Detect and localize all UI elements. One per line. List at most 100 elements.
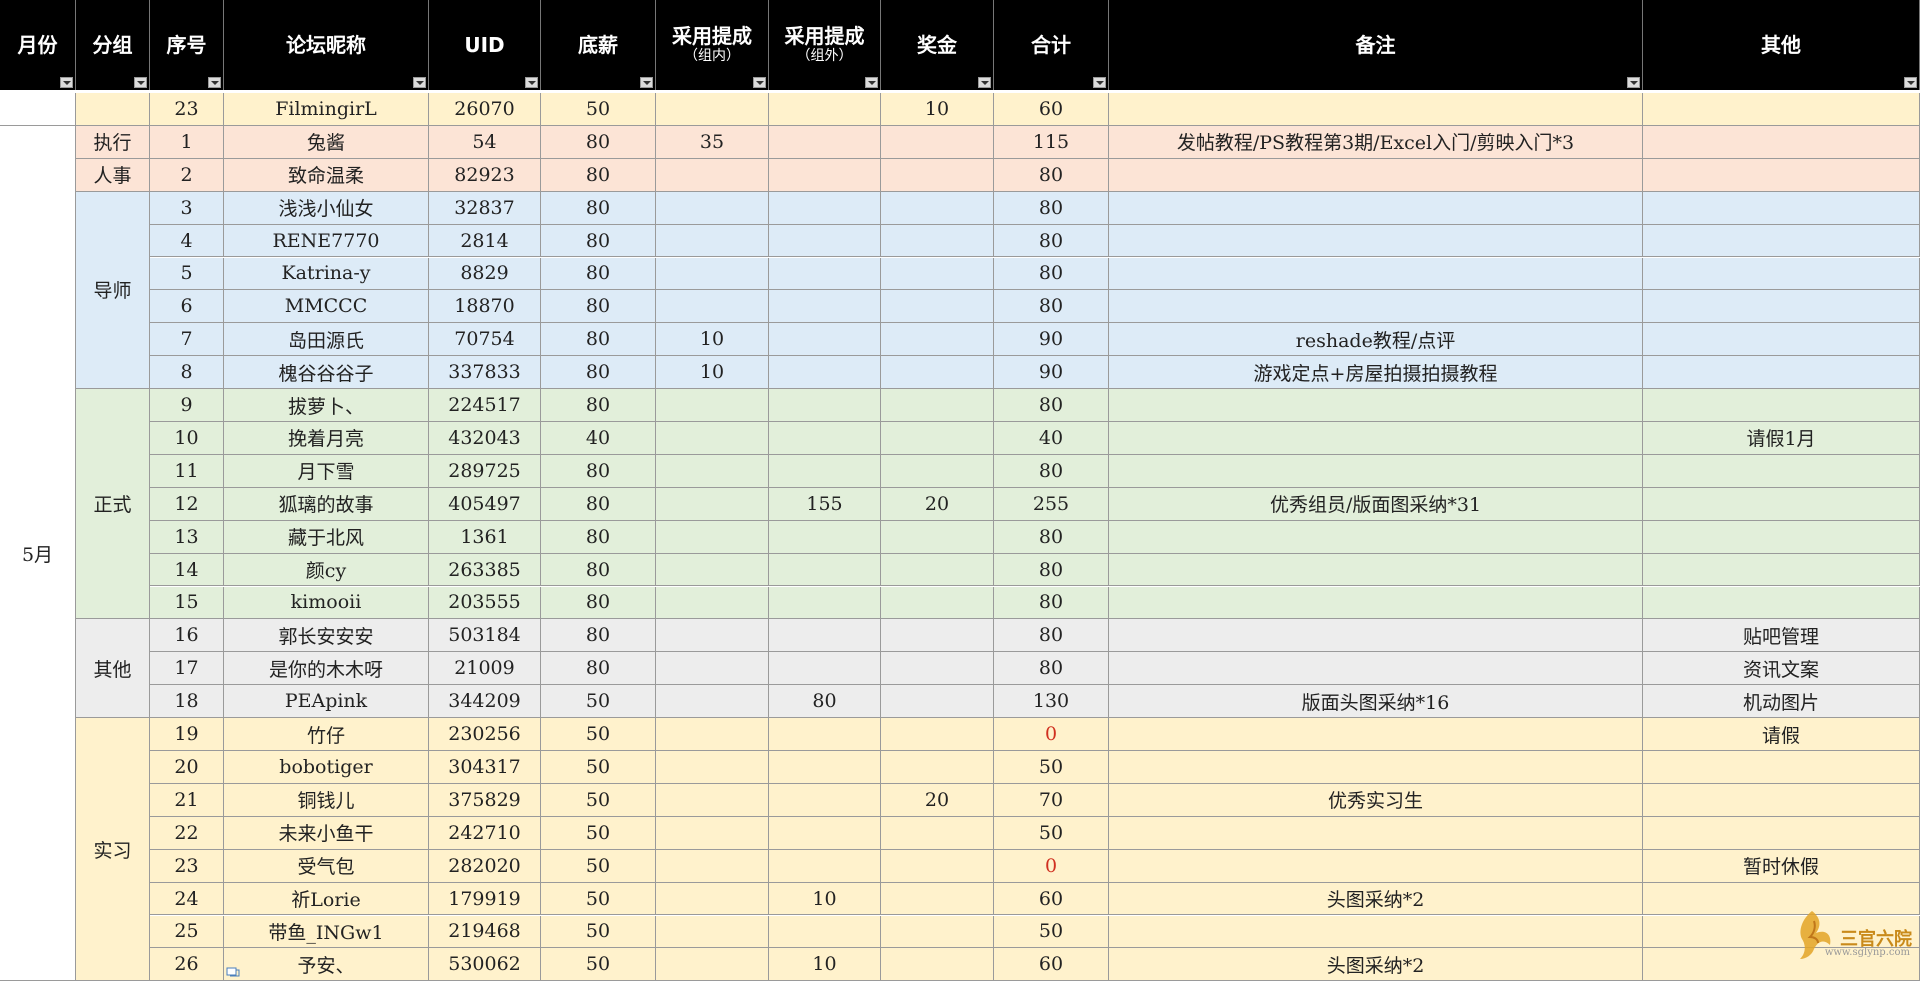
- cell-note[interactable]: [1109, 619, 1643, 653]
- cell-bonus[interactable]: [881, 520, 994, 554]
- cell-no[interactable]: 7: [150, 323, 224, 357]
- cell-no[interactable]: 9: [150, 389, 224, 422]
- cell-adopt-out[interactable]: [769, 191, 881, 225]
- cell-uid[interactable]: 82923: [429, 158, 541, 192]
- group-cell[interactable]: 执行: [76, 125, 150, 159]
- cell-base[interactable]: 50: [541, 948, 656, 981]
- cell-total[interactable]: 255: [994, 487, 1109, 521]
- cell-adopt-in[interactable]: [656, 652, 769, 686]
- cell-other[interactable]: [1643, 816, 1920, 850]
- cell-other[interactable]: [1643, 389, 1920, 422]
- cell-base[interactable]: 80: [541, 553, 656, 587]
- cell-nick[interactable]: bobotiger: [224, 751, 429, 784]
- cell-adopt-in[interactable]: [656, 454, 769, 488]
- cell-adopt-out[interactable]: [769, 125, 881, 159]
- cell-adopt-in[interactable]: [656, 915, 769, 949]
- cell-bonus[interactable]: [881, 652, 994, 686]
- cell-adopt-out[interactable]: [769, 93, 881, 126]
- cell-note[interactable]: [1109, 389, 1643, 422]
- cell-note[interactable]: reshade教程/点评: [1109, 323, 1643, 357]
- cell-adopt-in[interactable]: [656, 93, 769, 126]
- cell-adopt-in[interactable]: [656, 389, 769, 422]
- cell-adopt-in[interactable]: [656, 849, 769, 883]
- cell-note[interactable]: [1109, 586, 1643, 620]
- cell-other[interactable]: [1643, 783, 1920, 817]
- cell-no[interactable]: 24: [150, 882, 224, 916]
- cell-base[interactable]: 80: [541, 454, 656, 488]
- cell-adopt-out[interactable]: [769, 290, 881, 324]
- cell-total[interactable]: 60: [994, 93, 1109, 126]
- column-header-uid[interactable]: UID: [429, 0, 541, 90]
- cell-no[interactable]: 19: [150, 718, 224, 751]
- cell-base[interactable]: 80: [541, 290, 656, 324]
- column-header-total[interactable]: 合计: [994, 0, 1109, 90]
- cell-nick[interactable]: 月下雪: [224, 454, 429, 488]
- cell-adopt-in[interactable]: [656, 422, 769, 455]
- cell-no[interactable]: 23: [150, 849, 224, 883]
- cell-bonus[interactable]: [881, 718, 994, 751]
- cell-total[interactable]: 0: [994, 849, 1109, 883]
- cell-note[interactable]: [1109, 849, 1643, 883]
- cell-uid[interactable]: 503184: [429, 619, 541, 653]
- cell-bonus[interactable]: [881, 751, 994, 784]
- cell-note[interactable]: 优秀实习生: [1109, 783, 1643, 817]
- cell-total[interactable]: 50: [994, 816, 1109, 850]
- cell-note[interactable]: [1109, 816, 1643, 850]
- cell-total[interactable]: 0: [994, 718, 1109, 751]
- filter-dropdown-icon[interactable]: [1093, 77, 1106, 88]
- cell-uid[interactable]: 344209: [429, 685, 541, 719]
- cell-bonus[interactable]: [881, 356, 994, 390]
- cell-adopt-in[interactable]: [656, 882, 769, 916]
- cell-note[interactable]: 游戏定点+房屋拍摄拍摄教程: [1109, 356, 1643, 390]
- cell-nick[interactable]: 拔萝卜、: [224, 389, 429, 422]
- cell-adopt-out[interactable]: [769, 158, 881, 192]
- cell-adopt-out[interactable]: [769, 323, 881, 357]
- group-cell[interactable]: 实习: [76, 718, 150, 981]
- cell-no[interactable]: 5: [150, 257, 224, 291]
- cell-base[interactable]: 50: [541, 783, 656, 817]
- cell-total[interactable]: 40: [994, 422, 1109, 455]
- cell-comment-icon[interactable]: [226, 962, 240, 977]
- column-header-other[interactable]: 其他: [1643, 0, 1920, 90]
- cell-total[interactable]: 60: [994, 948, 1109, 981]
- cell-total[interactable]: 80: [994, 652, 1109, 686]
- cell-nick[interactable]: kimooii: [224, 586, 429, 620]
- cell-nick[interactable]: 颜cy: [224, 553, 429, 587]
- filter-dropdown-icon[interactable]: [978, 77, 991, 88]
- cell-nick[interactable]: 竹仔: [224, 718, 429, 751]
- cell-adopt-out[interactable]: [769, 257, 881, 291]
- cell-adopt-out[interactable]: [769, 816, 881, 850]
- column-header-month[interactable]: 月份: [0, 0, 76, 90]
- cell-nick[interactable]: FilmingirL: [224, 93, 429, 126]
- cell-uid[interactable]: 18870: [429, 290, 541, 324]
- month-cell-empty[interactable]: [0, 93, 76, 126]
- cell-note[interactable]: [1109, 422, 1643, 455]
- cell-uid[interactable]: 21009: [429, 652, 541, 686]
- cell-adopt-in[interactable]: [656, 553, 769, 587]
- cell-base[interactable]: 80: [541, 224, 656, 258]
- cell-note[interactable]: [1109, 553, 1643, 587]
- cell-no[interactable]: 11: [150, 454, 224, 488]
- cell-bonus[interactable]: [881, 553, 994, 587]
- cell-base[interactable]: 50: [541, 718, 656, 751]
- cell-adopt-in[interactable]: [656, 685, 769, 719]
- cell-bonus[interactable]: [881, 191, 994, 225]
- cell-note[interactable]: [1109, 290, 1643, 324]
- cell-adopt-in[interactable]: [656, 586, 769, 620]
- cell-uid[interactable]: 70754: [429, 323, 541, 357]
- cell-total[interactable]: 80: [994, 290, 1109, 324]
- cell-adopt-in[interactable]: [656, 224, 769, 258]
- column-header-adopt_in[interactable]: 采用提成 （组内）: [656, 0, 769, 90]
- cell-note[interactable]: [1109, 751, 1643, 784]
- cell-other[interactable]: [1643, 158, 1920, 192]
- filter-dropdown-icon[interactable]: [60, 77, 73, 88]
- column-header-bonus[interactable]: 奖金: [881, 0, 994, 90]
- cell-note[interactable]: 优秀组员/版面图采纳*31: [1109, 487, 1643, 521]
- cell-total[interactable]: 50: [994, 751, 1109, 784]
- cell-adopt-in[interactable]: [656, 783, 769, 817]
- cell-adopt-in[interactable]: 10: [656, 323, 769, 357]
- cell-bonus[interactable]: [881, 816, 994, 850]
- cell-other[interactable]: [1643, 290, 1920, 324]
- cell-adopt-in[interactable]: [656, 718, 769, 751]
- cell-adopt-out[interactable]: [769, 356, 881, 390]
